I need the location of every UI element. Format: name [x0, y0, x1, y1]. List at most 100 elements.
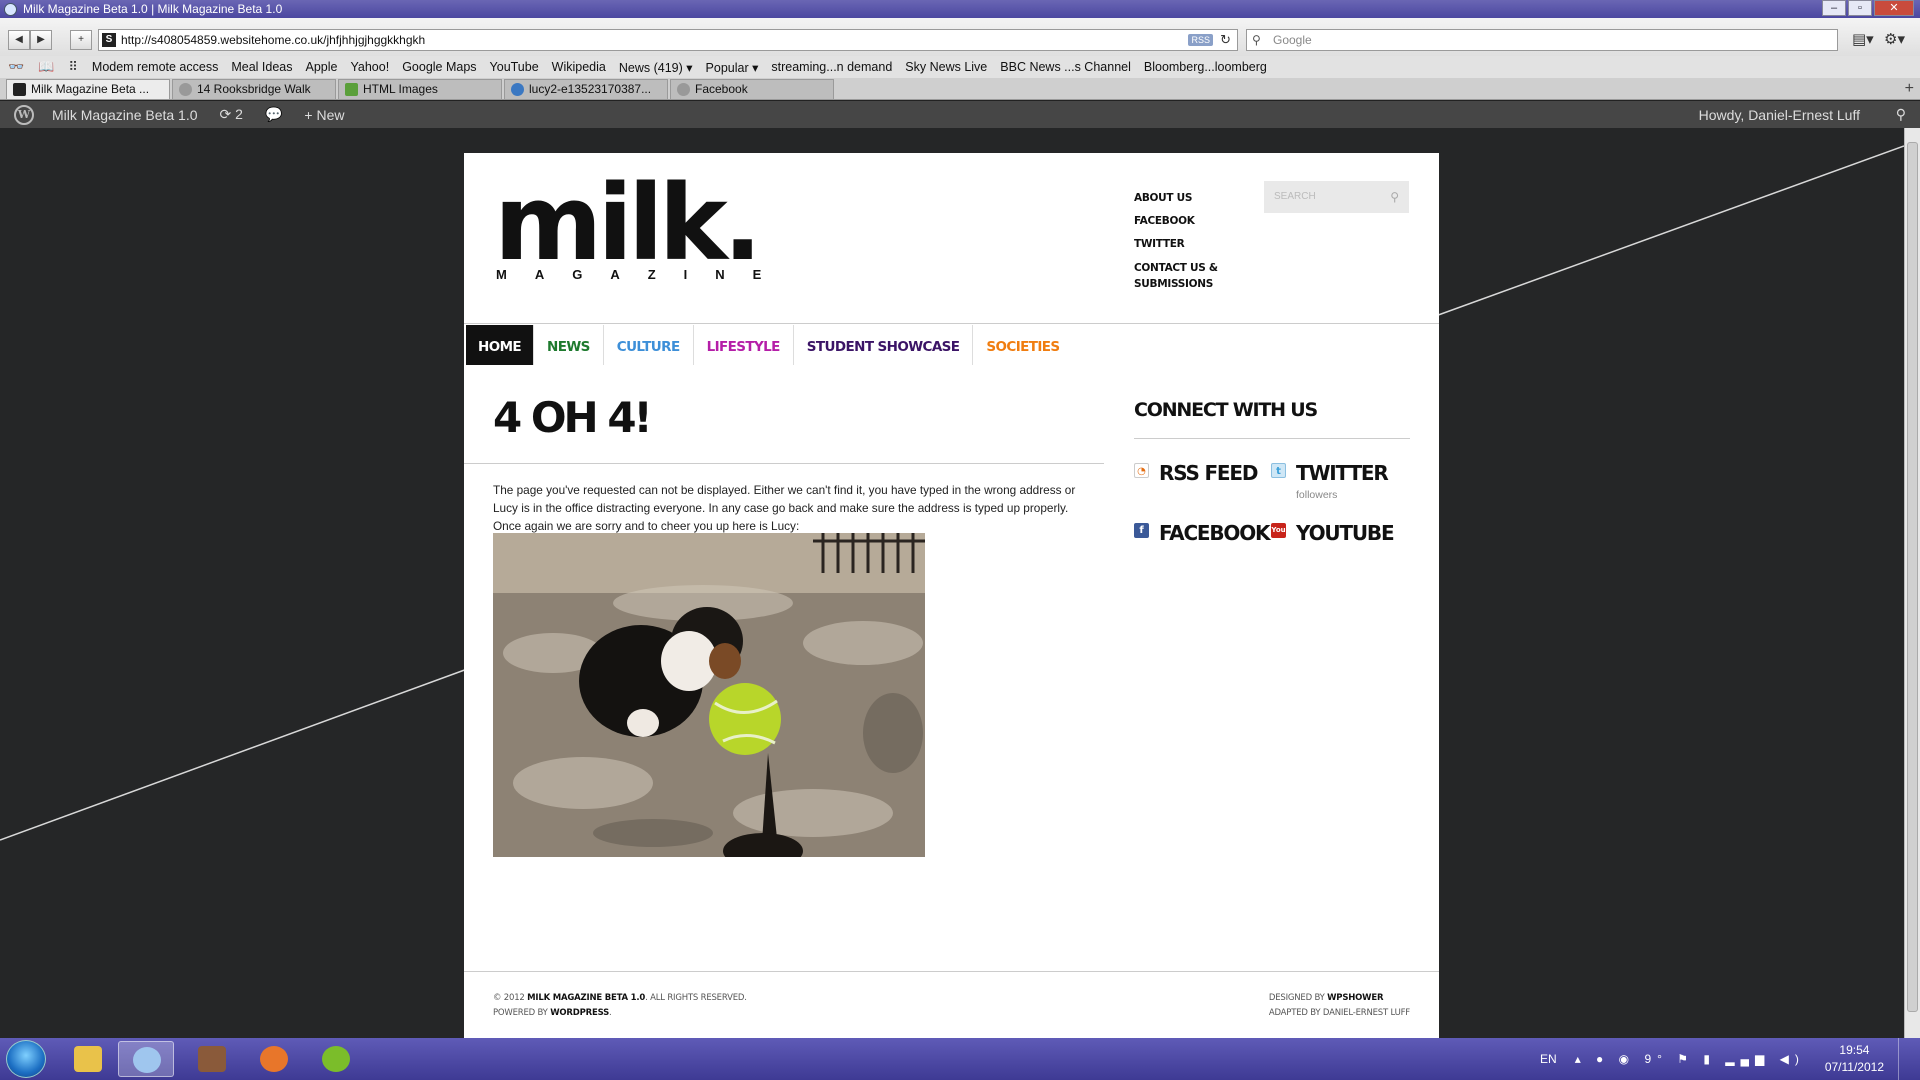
safari-taskbar-button[interactable]: [118, 1041, 174, 1077]
nav-lifestyle[interactable]: LIFESTYLE: [694, 325, 794, 365]
copyright-name[interactable]: MILK MAGAZINE BETA 1.0: [527, 993, 645, 1003]
tray-icons[interactable]: ▴ ● ◉ 9° ⚑ ▮ ▂▄▆ ◀): [1575, 1052, 1805, 1066]
new-tab-button[interactable]: +: [1905, 80, 1914, 98]
twitter-icon: t: [1271, 463, 1286, 478]
facebook-icon: f: [1134, 523, 1149, 538]
search-icon: ⚲: [1252, 33, 1261, 47]
firefox-taskbar-button[interactable]: [246, 1041, 302, 1077]
maximize-button[interactable]: ▫: [1848, 0, 1872, 16]
system-tray: EN ▴ ● ◉ 9° ⚑ ▮ ▂▄▆ ◀) 19:54 07/11/2012: [1540, 1038, 1910, 1080]
nav-societies[interactable]: SOCIETIES: [973, 325, 1072, 365]
search-icon[interactable]: ⚲: [1390, 181, 1399, 213]
link-facebook[interactable]: FACEBOOK: [1134, 210, 1218, 233]
show-desktop-button[interactable]: [1898, 1038, 1910, 1080]
site-favicon: S: [102, 33, 116, 47]
page-scrollbar[interactable]: [1904, 128, 1920, 1038]
bookmark-item[interactable]: Sky News Live: [905, 60, 987, 74]
bookmark-item[interactable]: Wikipedia: [552, 60, 606, 74]
page-menu-icon[interactable]: ▤▾: [1852, 30, 1874, 48]
temperature: 9°: [1644, 1052, 1668, 1066]
reading-list-icon[interactable]: 👓: [8, 59, 24, 75]
language-indicator[interactable]: EN: [1540, 1052, 1557, 1066]
wp-howdy-account[interactable]: Howdy, Daniel-Ernest Luff: [1699, 107, 1860, 123]
site-content: milk. MAGAZINE ABOUT US FACEBOOK TWITTER…: [464, 153, 1439, 1038]
link-about-us[interactable]: ABOUT US: [1134, 187, 1218, 210]
back-button[interactable]: ◀: [8, 30, 30, 50]
tab-milk-magazine[interactable]: Milk Magazine Beta ...: [6, 79, 170, 99]
add-bookmark-button[interactable]: +: [70, 30, 92, 50]
address-bar[interactable]: S http://s408054859.websitehome.co.uk/jh…: [98, 29, 1238, 51]
link-contact[interactable]: CONTACT US &: [1134, 260, 1218, 276]
settings-gear-icon[interactable]: ⚙▾: [1884, 30, 1905, 48]
tab-facebook[interactable]: Facebook: [670, 79, 834, 99]
bookmark-item[interactable]: Yahoo!: [350, 60, 389, 74]
footer-right: DESIGNED BY WPSHOWER ADAPTED BY DANIEL-E…: [1269, 991, 1410, 1021]
tab-label: 14 Rooksbridge Walk: [197, 82, 311, 96]
explorer-taskbar-button[interactable]: [60, 1041, 116, 1077]
bookmark-item[interactable]: Bloomberg...loomberg: [1144, 60, 1267, 74]
rss-badge[interactable]: RSS: [1188, 34, 1213, 46]
bookmark-item[interactable]: Apple: [306, 60, 338, 74]
site-search-input[interactable]: SEARCH ⚲: [1264, 181, 1409, 213]
nav-student-showcase[interactable]: STUDENT SHOWCASE: [794, 325, 974, 365]
spotify-taskbar-button[interactable]: [308, 1041, 364, 1077]
wordpress-logo-icon[interactable]: W: [14, 104, 34, 125]
powered-line: POWERED BY WORDPRESS.: [493, 1006, 747, 1021]
wp-site-name[interactable]: Milk Magazine Beta 1.0: [52, 107, 198, 123]
folder-icon: [74, 1046, 102, 1072]
facebook-label: FACEBOOK: [1159, 521, 1271, 545]
tab-label: lucy2-e13523170387...: [529, 82, 652, 96]
reload-icon[interactable]: ↻: [1220, 30, 1231, 50]
comments-icon[interactable]: 💬: [265, 106, 282, 123]
nav-home[interactable]: HOME: [466, 325, 535, 365]
forward-button[interactable]: ▶: [30, 30, 52, 50]
logo-wordmark: milk.: [494, 162, 762, 284]
bookmark-item[interactable]: streaming...n demand: [771, 60, 892, 74]
bookmark-item[interactable]: Popular ▾: [706, 60, 759, 75]
bookmarks-book-icon[interactable]: 📖: [38, 59, 54, 75]
main-navigation: HOME NEWS CULTURE LIFESTYLE STUDENT SHOW…: [466, 325, 1073, 365]
nav-news[interactable]: NEWS: [534, 325, 604, 365]
wordpress-favicon-icon: [511, 83, 524, 96]
wp-updates[interactable]: ⟳ 2: [220, 106, 243, 123]
system-clock[interactable]: 19:54 07/11/2012: [1825, 1042, 1884, 1076]
wpshower-link[interactable]: WPSHOWER: [1327, 993, 1383, 1003]
footer-left: © 2012 MILK MAGAZINE BETA 1.0. ALL RIGHT…: [493, 991, 747, 1021]
spotify-icon: [322, 1046, 350, 1072]
wordpress-link[interactable]: WORDPRESS: [550, 1008, 609, 1018]
wp-search-icon[interactable]: ⚲: [1896, 106, 1906, 123]
twitter-link[interactable]: t TWITTER followers: [1271, 461, 1389, 501]
minimize-button[interactable]: –: [1822, 0, 1846, 16]
wp-new-label: New: [316, 106, 345, 123]
nav-culture[interactable]: CULTURE: [604, 325, 694, 365]
window-controls: – ▫ ✕: [1822, 0, 1914, 16]
bookmarks-bar: 👓 📖 ⠿ Modem remote access Meal Ideas App…: [0, 56, 1920, 78]
bookmark-item[interactable]: Google Maps: [402, 60, 476, 74]
address-url: http://s408054859.websitehome.co.uk/jhfj…: [121, 33, 426, 47]
start-button[interactable]: [6, 1040, 46, 1078]
tab-lucy-image[interactable]: lucy2-e13523170387...: [504, 79, 668, 99]
scrollbar-thumb[interactable]: [1907, 142, 1918, 1012]
facebook-link[interactable]: f FACEBOOK: [1134, 521, 1271, 545]
footer-divider: [464, 971, 1439, 972]
link-twitter[interactable]: TWITTER: [1134, 233, 1218, 256]
youtube-link[interactable]: You YOUTUBE: [1271, 521, 1395, 545]
site-logo[interactable]: milk. MAGAZINE: [494, 162, 789, 284]
top-sites-grid-icon[interactable]: ⠿: [68, 59, 78, 75]
bookmark-item[interactable]: BBC News ...s Channel: [1000, 60, 1131, 74]
search-field[interactable]: ⚲ Google: [1246, 29, 1838, 51]
page-title: 4 OH 4!: [493, 393, 653, 442]
title-divider: [464, 463, 1104, 464]
tab-html-images[interactable]: HTML Images: [338, 79, 502, 99]
loading-spinner-icon: [677, 83, 690, 96]
bookmark-item[interactable]: News (419) ▾: [619, 60, 693, 75]
link-submissions[interactable]: SUBMISSIONS: [1134, 276, 1218, 292]
bookmark-item[interactable]: YouTube: [490, 60, 539, 74]
rss-feed-link[interactable]: ◔ RSS FEED: [1134, 461, 1258, 485]
wp-new[interactable]: + New: [304, 107, 344, 123]
tab-rooksbridge[interactable]: 14 Rooksbridge Walk: [172, 79, 336, 99]
close-window-button[interactable]: ✕: [1874, 0, 1914, 16]
bookmark-item[interactable]: Meal Ideas: [231, 60, 292, 74]
app-taskbar-button[interactable]: [184, 1041, 240, 1077]
bookmark-item[interactable]: Modem remote access: [92, 60, 218, 74]
